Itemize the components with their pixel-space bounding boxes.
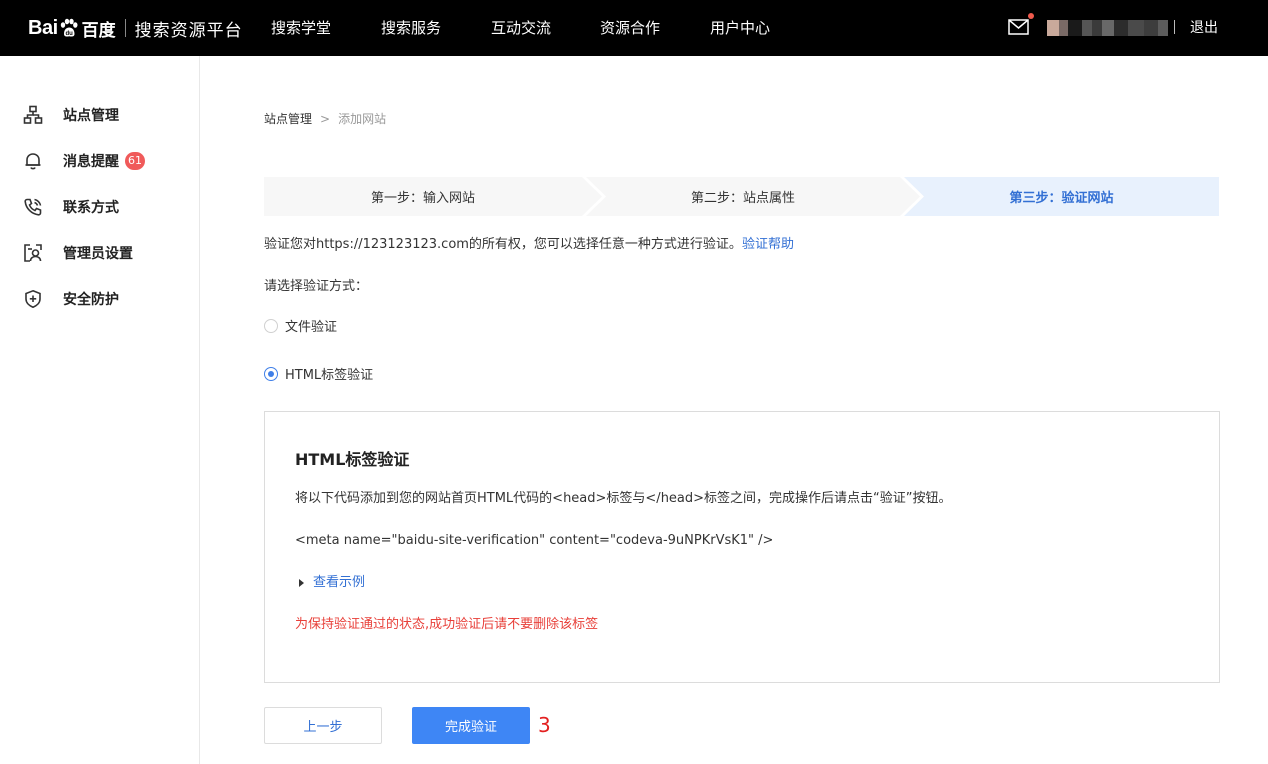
- breadcrumb-separator: >: [320, 111, 331, 126]
- nav-user-center[interactable]: 用户中心: [710, 18, 770, 38]
- logout-link[interactable]: 退出: [1190, 18, 1218, 38]
- radio-html-tag-verification[interactable]: HTML标签验证: [264, 364, 373, 383]
- choose-method-label: 请选择验证方式：: [264, 279, 369, 294]
- platform-title: 搜索资源平台: [134, 20, 243, 41]
- annotation-number: 3: [538, 713, 551, 737]
- breadcrumb-site-management[interactable]: 站点管理: [264, 110, 312, 127]
- view-example-link[interactable]: 查看示例: [313, 574, 365, 592]
- radio-button-selected[interactable]: [264, 366, 278, 381]
- step-3-active: 第三步：验证网站: [1009, 191, 1114, 206]
- sidebar-item-label: 站点管理: [63, 108, 119, 124]
- radio-label: HTML标签验证: [285, 368, 374, 383]
- intro-text: 验证您对https://123123123.com的所有权，您可以选择任意一种方…: [264, 237, 742, 252]
- svg-text:du: du: [65, 31, 73, 37]
- sidebar-item-contact[interactable]: 联系方式: [22, 195, 119, 219]
- header-divider: [1174, 20, 1175, 34]
- sidebar-item-label: 消息提醒: [63, 154, 119, 170]
- sitemap-icon: [22, 104, 44, 126]
- keep-tag-warning: 为保持验证通过的状态,成功验证后请不要删除该标签: [295, 617, 599, 632]
- caret-right-icon: [299, 579, 304, 587]
- verification-meta-code[interactable]: <meta name="baidu-site-verification" con…: [295, 532, 773, 550]
- mail-icon[interactable]: [1008, 19, 1029, 35]
- view-example-toggle[interactable]: 查看示例: [299, 574, 365, 592]
- logo-text-bai: Bai: [28, 16, 58, 39]
- sidebar-item-admin-settings[interactable]: 管理员设置: [22, 241, 133, 265]
- nav-search-academy[interactable]: 搜索学堂: [271, 18, 331, 38]
- baidu-logo[interactable]: Bai du 百度 搜索资源平台: [28, 10, 243, 46]
- verification-help-link[interactable]: 验证帮助: [742, 237, 794, 252]
- avatar[interactable]: [1047, 20, 1168, 36]
- radio-file-verification[interactable]: 文件验证: [264, 316, 337, 335]
- step-progress: 第一步：输入网站 第二步：站点属性 第三步：验证网站: [264, 177, 1219, 216]
- unread-count-badge: 61: [125, 152, 145, 170]
- radio-label: 文件验证: [285, 320, 338, 335]
- paw-icon: du: [59, 18, 79, 38]
- nav-interaction[interactable]: 互动交流: [491, 18, 551, 38]
- step-1: 第一步：输入网站: [370, 191, 475, 206]
- sidebar-item-label: 安全防护: [63, 292, 119, 308]
- sidebar-item-site-management[interactable]: 站点管理: [22, 103, 119, 127]
- logo-divider: [124, 19, 126, 37]
- top-navigation-bar: Bai du 百度 搜索资源平台 搜索学堂 搜索服务 互动交流 资源合作 用户中…: [0, 0, 1268, 56]
- notification-dot: [1028, 13, 1034, 19]
- sidebar-item-security[interactable]: 安全防护: [22, 287, 119, 311]
- verification-intro: 验证您对https://123123123.com的所有权，您可以选择任意一种方…: [264, 236, 794, 254]
- sidebar-item-label: 联系方式: [63, 200, 119, 216]
- html-tag-verification-panel: HTML标签验证 将以下代码添加到您的网站首页HTML代码的<head>标签与<…: [264, 411, 1220, 683]
- sidebar: 站点管理 消息提醒 61 联系方式 管理员设置 安全防护: [0, 56, 200, 764]
- nav-search-service[interactable]: 搜索服务: [381, 18, 441, 38]
- panel-title: HTML标签验证: [295, 450, 410, 469]
- previous-step-button[interactable]: 上一步: [264, 707, 382, 744]
- sidebar-item-label: 管理员设置: [63, 246, 133, 262]
- radio-button[interactable]: [264, 318, 278, 333]
- shield-plus-icon: [22, 288, 44, 310]
- step-2: 第二步：站点属性: [690, 191, 795, 206]
- admin-icon: [22, 242, 44, 264]
- breadcrumb-current: 添加网站: [338, 112, 387, 126]
- finish-verification-button[interactable]: 完成验证: [412, 707, 530, 744]
- bell-icon: [22, 150, 44, 172]
- nav-resource-cooperation[interactable]: 资源合作: [600, 18, 660, 38]
- panel-description: 将以下代码添加到您的网站首页HTML代码的<head>标签与</head>标签之…: [295, 491, 952, 506]
- logo-text-baidu-cn: 百度: [81, 20, 116, 41]
- sidebar-item-messages[interactable]: 消息提醒 61: [22, 149, 145, 173]
- breadcrumb: 站点管理 > 添加网站: [264, 110, 386, 127]
- phone-icon: [22, 196, 44, 218]
